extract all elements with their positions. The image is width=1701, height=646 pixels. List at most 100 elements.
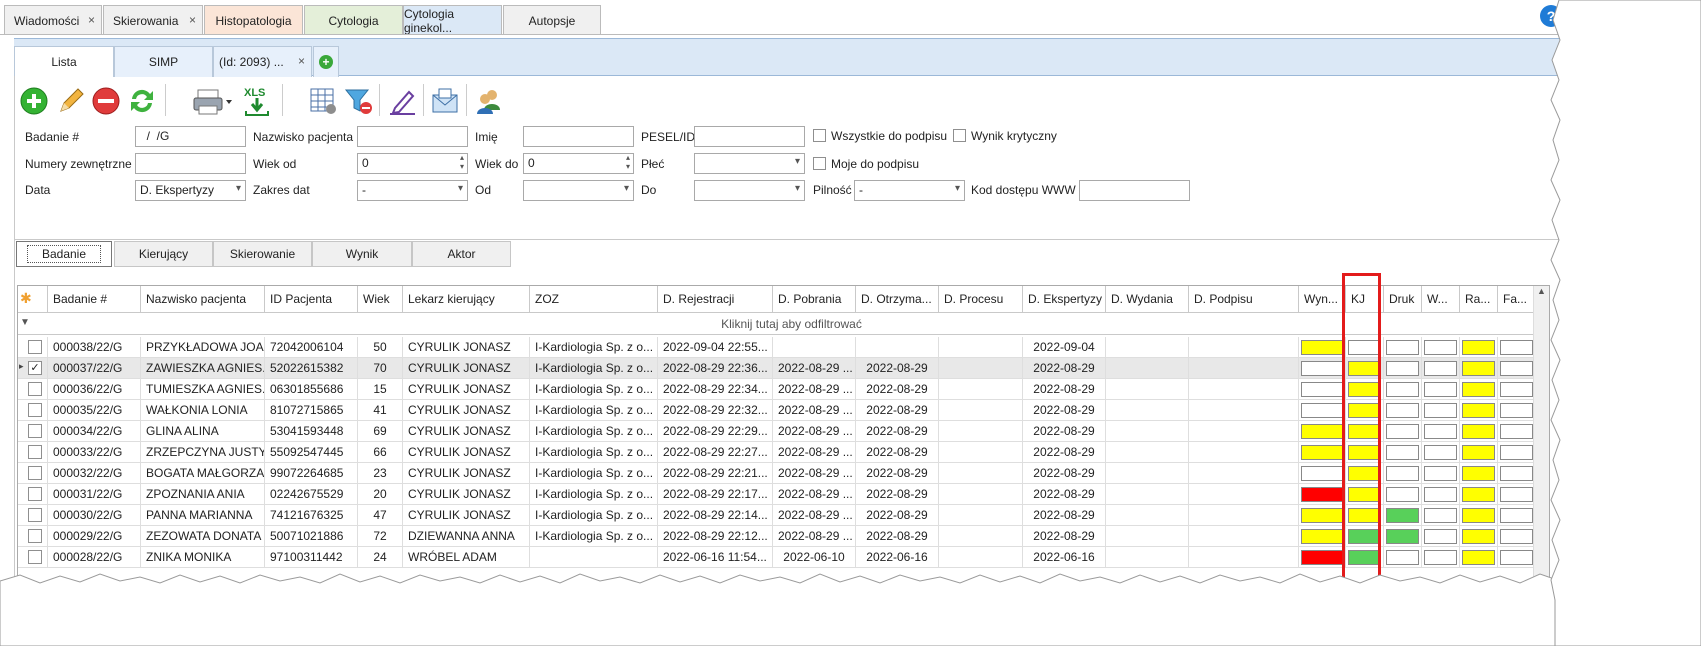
top-tab-wiadomosci[interactable]: Wiadomości × (4, 5, 102, 35)
top-tab-histopatologia[interactable]: Histopatologia (204, 5, 303, 35)
users-button[interactable] (472, 84, 506, 118)
print-button[interactable] (190, 84, 234, 118)
imie-input[interactable] (523, 126, 634, 147)
row-select-cell[interactable] (18, 400, 48, 421)
data-select[interactable]: D. Ekspertyzy (135, 180, 246, 201)
kod-input[interactable] (1079, 180, 1190, 201)
row-checkbox[interactable] (28, 508, 42, 522)
column-header[interactable]: D. Podpisu (1189, 286, 1299, 313)
refresh-button[interactable] (125, 84, 159, 118)
sub-tab-record[interactable]: (Id: 2093) ... × (213, 46, 312, 77)
row-select-cell[interactable] (18, 526, 48, 547)
row-select-cell[interactable] (18, 379, 48, 400)
edit-button[interactable] (54, 84, 88, 118)
filter-tab-wynik[interactable]: Wynik (312, 241, 412, 267)
row-checkbox[interactable] (28, 424, 42, 438)
column-header[interactable]: D. Pobrania (773, 286, 856, 313)
row-select-cell[interactable] (18, 421, 48, 442)
pesel-input[interactable] (694, 126, 805, 147)
row-select-cell[interactable] (18, 463, 48, 484)
filter-row[interactable]: ▼ Kliknij tutaj aby odfiltrować (18, 313, 1535, 335)
column-header[interactable]: Nazwisko pacjenta (141, 286, 265, 313)
zakres-select[interactable]: - (357, 180, 468, 201)
do-date-input[interactable] (694, 180, 805, 201)
sign-button[interactable] (385, 84, 419, 118)
column-header[interactable]: W... (1422, 286, 1460, 313)
column-header[interactable]: Druk (1384, 286, 1422, 313)
add-tab-button[interactable]: + (313, 46, 339, 77)
column-header[interactable]: D. Wydania (1106, 286, 1189, 313)
table-row[interactable]: 000036/22/G TUMIESZKA AGNIES... 0630185568… (18, 379, 1549, 400)
close-icon[interactable]: × (189, 13, 196, 27)
row-checkbox[interactable] (28, 466, 42, 480)
sub-tab-lista[interactable]: Lista (14, 46, 114, 77)
moje-checkbox[interactable] (813, 157, 826, 170)
clear-filter-button[interactable] (341, 84, 375, 118)
column-header[interactable]: D. Otrzyma... (856, 286, 939, 313)
filter-hint[interactable]: Kliknij tutaj aby odfiltrować (48, 317, 1535, 331)
wszystkie-checkbox[interactable] (813, 129, 826, 142)
filter-tab-skierowanie[interactable]: Skierowanie (213, 241, 312, 267)
nazwisko-input[interactable] (357, 126, 468, 147)
table-row[interactable]: 000028/22/G ZNIKA MONIKA 97100311442 24 WRÓB… (18, 547, 1549, 568)
column-header[interactable]: Fa... (1498, 286, 1536, 313)
results-grid[interactable]: ✱ Badanie # Nazwisko pacjenta ID Pacjenta W… (17, 285, 1550, 585)
column-header[interactable]: ZOZ (530, 286, 658, 313)
od-date-input[interactable] (523, 180, 634, 201)
wynik-krytyczny-checkbox[interactable] (953, 129, 966, 142)
export-xls-button[interactable]: XLS (240, 84, 274, 118)
row-select-cell[interactable] (18, 442, 48, 463)
row-select-cell[interactable]: ▸ ✓ (18, 358, 48, 379)
column-header[interactable]: Badanie # (48, 286, 141, 313)
row-checkbox[interactable] (28, 487, 42, 501)
top-tab-cytologia-ginekol[interactable]: Cytologia ginekol... (403, 5, 502, 35)
column-header[interactable]: Wiek (358, 286, 403, 313)
table-row[interactable]: 000033/22/GZRZEPCZYNA JUSTYNA55092547445… (18, 442, 1549, 463)
mail-button[interactable] (428, 84, 462, 118)
column-header[interactable]: D. Ekspertyzy (1023, 286, 1106, 313)
row-checkbox[interactable] (28, 403, 42, 417)
wiek-od-input[interactable]: 0 (357, 153, 468, 174)
table-row[interactable]: 000029/22/G ZEZOWATA DONATA 50071021886 72 D… (18, 526, 1549, 547)
row-checkbox[interactable] (28, 550, 42, 564)
column-header[interactable]: D. Procesu (939, 286, 1023, 313)
column-header[interactable]: D. Rejestracji (658, 286, 773, 313)
top-tab-cytologia[interactable]: Cytologia (304, 5, 403, 35)
row-checkbox[interactable] (28, 382, 42, 396)
row-checkbox[interactable]: ✓ (28, 361, 42, 375)
row-select-cell[interactable] (18, 547, 48, 568)
plec-select[interactable] (694, 153, 805, 174)
wiek-do-input[interactable]: 0 (523, 153, 634, 174)
column-header[interactable]: Ra... (1460, 286, 1498, 313)
filter-tab-badanie[interactable]: Badanie (16, 241, 112, 267)
top-tab-autopsje[interactable]: Autopsje (503, 5, 601, 35)
column-header[interactable]: Wyn... (1299, 286, 1346, 313)
table-row[interactable]: 000030/22/G PANNA MARIANNA 74121676325 47 CY… (18, 505, 1549, 526)
pilnosc-select[interactable]: - (854, 180, 965, 201)
table-row[interactable]: ▸ ✓ 000037/22/G ZAWIESZKA AGNIES... 52022615… (18, 358, 1549, 379)
row-checkbox[interactable] (28, 529, 42, 543)
column-header[interactable]: ID Pacjenta (265, 286, 358, 313)
row-checkbox[interactable] (28, 445, 42, 459)
add-button[interactable] (17, 84, 51, 118)
table-row[interactable]: 000038/22/G PRZYKŁADOWA JOA... 72042006104… (18, 337, 1549, 358)
close-icon[interactable]: × (88, 13, 95, 27)
badanie-input[interactable]: / /G (135, 126, 246, 147)
row-select-cell[interactable] (18, 505, 48, 526)
table-row[interactable]: 000034/22/G GLINA ALINA 53041593448 69 CYRUL… (18, 421, 1549, 442)
table-row[interactable]: 000032/22/G BOGATA MAŁGORZA... 99072264685… (18, 463, 1549, 484)
top-tab-skierowania[interactable]: Skierowania × (103, 5, 203, 35)
filter-tab-kierujacy[interactable]: Kierujący (114, 241, 213, 267)
column-header[interactable]: Lekarz kierujący (403, 286, 530, 313)
table-row[interactable]: 000035/22/G WAŁKONIA LONIA 81072715865 41 CY… (18, 400, 1549, 421)
numery-input[interactable] (135, 153, 246, 174)
sub-tab-simp[interactable]: SIMP (114, 46, 213, 77)
row-checkbox[interactable] (28, 340, 42, 354)
table-row[interactable]: 000031/22/G ZPOZNANIA ANIA 02242675529 20 CY… (18, 484, 1549, 505)
row-select-cell[interactable] (18, 484, 48, 505)
grid-settings-button[interactable] (306, 84, 340, 118)
filter-tab-aktor[interactable]: Aktor (412, 241, 511, 267)
close-icon[interactable]: × (298, 54, 305, 68)
row-select-cell[interactable] (18, 337, 48, 358)
delete-button[interactable] (89, 84, 123, 118)
